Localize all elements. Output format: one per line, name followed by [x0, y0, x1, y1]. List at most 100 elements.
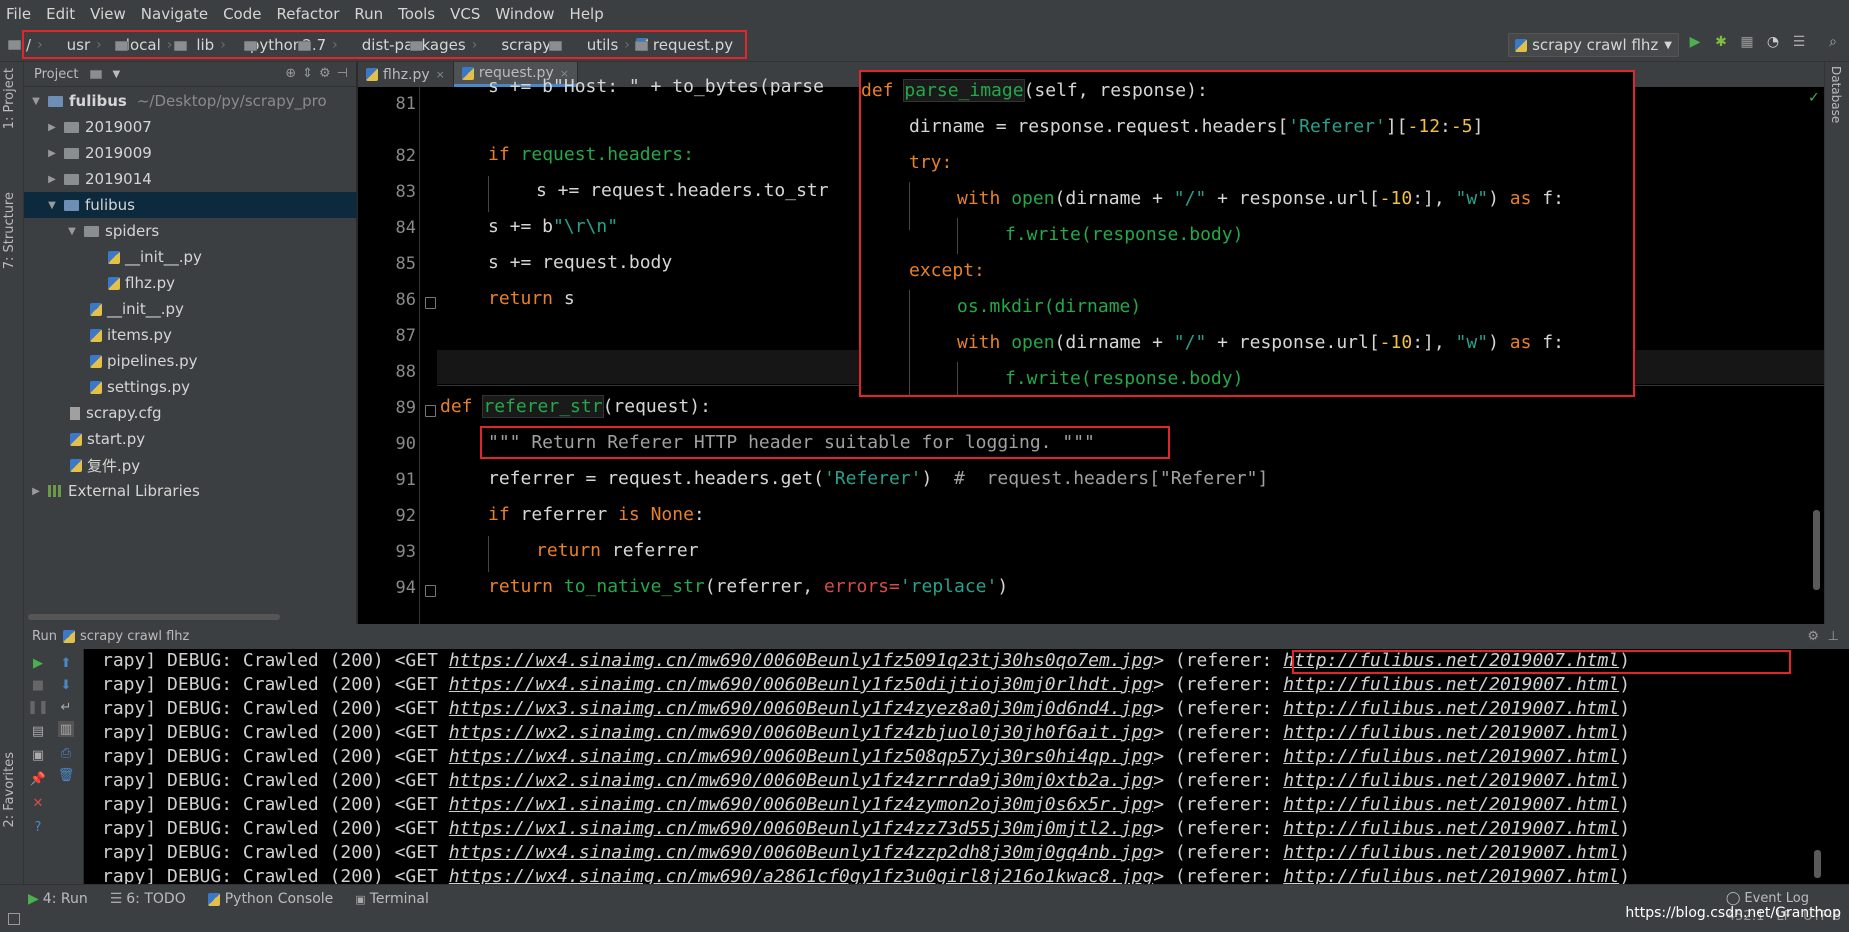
tree-folder-fulibus[interactable]: ▼ fulibus [24, 192, 357, 218]
layout-icon[interactable]: ▤ [30, 723, 46, 739]
menu-navigate[interactable]: Navigate [141, 5, 216, 23]
menu-help[interactable]: Help [570, 5, 612, 23]
soft-wrap-icon[interactable]: ↵ [58, 699, 74, 715]
breadcrumb-scrapy[interactable]: scrapy› [483, 36, 562, 54]
pause-icon[interactable]: ❚❚ [27, 699, 49, 715]
tree-file-items[interactable]: items.py [24, 322, 357, 348]
tree-folder-2019009[interactable]: ▶ 2019009 [24, 140, 357, 166]
log-url-link[interactable]: https://wx2.sinaimg.cn/mw690/0060Beunly1… [449, 770, 1153, 791]
menu-edit[interactable]: Edit [46, 5, 83, 23]
breadcrumb-root[interactable]: / › [26, 36, 43, 54]
print-icon[interactable]: ⎙ [58, 745, 74, 761]
layout-toggle-icon[interactable] [8, 913, 20, 925]
gear-icon[interactable]: ⚙ [319, 66, 331, 81]
tab-database[interactable]: Database [1829, 66, 1843, 123]
tab-terminal[interactable]: ▣ Terminal [355, 891, 429, 907]
tree-folder-2019014[interactable]: ▶ 2019014 [24, 166, 357, 192]
log-referer-link[interactable]: http://fulibus.net/2019007.html [1283, 722, 1619, 743]
coverage-icon[interactable]: ▦ [1739, 34, 1755, 50]
log-referer-link[interactable]: http://fulibus.net/2019007.html [1283, 746, 1619, 767]
project-panel-header[interactable]: Project ▼ ⊕ ⇕ ⚙ ⊣ [24, 62, 356, 87]
rerun-icon[interactable]: ▶ [30, 655, 46, 671]
log-url-link[interactable]: https://wx3.sinaimg.cn/mw690/0060Beunly1… [449, 698, 1153, 719]
down-arrow-icon[interactable]: ⬇ [58, 677, 74, 693]
close-icon[interactable]: × [436, 68, 445, 81]
tab-flhz-py[interactable]: flhz.py × [358, 62, 454, 87]
tree-folder-spiders[interactable]: ▼ spiders [24, 218, 357, 244]
tree-file-spiders-init[interactable]: __init__.py [24, 244, 357, 270]
line-number: 83 [395, 182, 416, 202]
editor-scrollbar[interactable] [1813, 510, 1820, 590]
log-url-link[interactable]: https://wx1.sinaimg.cn/mw690/0060Beunly1… [449, 794, 1153, 815]
log-url-link[interactable]: https://wx4.sinaimg.cn/mw690/0060Beunly1… [449, 746, 1153, 767]
project-scrollbar[interactable] [28, 614, 280, 620]
tree-file-init[interactable]: __init__.py [24, 296, 357, 322]
menu-tools[interactable]: Tools [398, 5, 443, 23]
search-icon[interactable]: ⌕ [1825, 34, 1841, 50]
tree-file-copy[interactable]: 复件.py [24, 452, 357, 478]
settings-icon[interactable]: ▣ [30, 747, 46, 763]
run-scrollbar[interactable] [1814, 850, 1821, 878]
log-url-link[interactable]: https://wx4.sinaimg.cn/mw690/0060Beunly1… [449, 674, 1153, 695]
breadcrumb-usr[interactable]: usr › [49, 36, 128, 54]
tree-folder-2019007[interactable]: ▶ 2019007 [24, 114, 357, 140]
log-url-link[interactable]: https://wx4.sinaimg.cn/mw690/a2861cf0gy1… [449, 866, 1153, 884]
log-referer-link[interactable]: http://fulibus.net/2019007.html [1283, 770, 1619, 791]
tab-python-console[interactable]: Python Console [207, 891, 333, 907]
log-referer-link[interactable]: http://fulibus.net/2019007.html [1283, 674, 1619, 695]
tree-file-flhz[interactable]: flhz.py [24, 270, 357, 296]
log-url-link[interactable]: https://wx4.sinaimg.cn/mw690/0060Beunly1… [449, 842, 1153, 863]
log-referer-link[interactable]: http://fulibus.net/2019007.html [1283, 794, 1619, 815]
scroll-to-end-icon[interactable]: ▥ [58, 721, 74, 737]
log-url-link[interactable]: https://wx2.sinaimg.cn/mw690/0060Beunly1… [449, 722, 1153, 743]
log-referer-link[interactable]: http://fulibus.net/2019007.html [1283, 818, 1619, 839]
stop-icon[interactable]: ■ [30, 677, 46, 693]
fold-marker-icon[interactable] [425, 585, 436, 597]
pin-icon[interactable]: 📌 [30, 771, 46, 787]
close-icon[interactable]: ✕ [30, 795, 46, 811]
fold-marker-icon[interactable] [425, 405, 436, 417]
run-config-tab[interactable]: scrapy crawl flhz [80, 629, 189, 644]
menu-run[interactable]: Run [354, 5, 391, 23]
tree-file-start[interactable]: start.py [24, 426, 357, 452]
tab-structure[interactable]: 7: Structure [2, 192, 17, 269]
tree-external-libraries[interactable]: ▶ External Libraries [24, 478, 357, 504]
log-referer-link[interactable]: http://fulibus.net/2019007.html [1283, 698, 1619, 719]
breadcrumb-dist-packages[interactable]: dist-packages› [344, 36, 478, 54]
log-url-link[interactable]: https://wx1.sinaimg.cn/mw690/0060Beunly1… [449, 818, 1153, 839]
menu-window[interactable]: Window [495, 5, 562, 23]
menu-view[interactable]: View [90, 5, 134, 23]
log-url-link[interactable]: https://wx4.sinaimg.cn/mw690/0060Beunly1… [449, 650, 1153, 671]
collapse-icon[interactable]: ⇕ [302, 66, 313, 81]
profile-icon[interactable]: ◔ [1765, 34, 1781, 50]
debug-icon[interactable]: ✱ [1713, 34, 1729, 50]
log-referer-link[interactable]: http://fulibus.net/2019007.html [1283, 866, 1619, 884]
menu-vcs[interactable]: VCS [450, 5, 488, 23]
tab-project[interactable]: 1: Project [2, 68, 17, 129]
scope-icon[interactable]: ⊕ [285, 66, 296, 81]
hide-icon[interactable]: ⊣ [337, 66, 348, 81]
up-arrow-icon[interactable]: ⬆ [58, 655, 74, 671]
run-configuration-select[interactable]: scrapy crawl flhz ▼ [1508, 33, 1679, 57]
tree-root-fulibus[interactable]: ▼ fulibus ~/Desktop/py/scrapy_pro [24, 88, 357, 114]
menu-refactor[interactable]: Refactor [276, 5, 347, 23]
breadcrumb-request-py[interactable]: request.py [635, 36, 733, 54]
tab-todo[interactable]: ☰ 6: TODO [110, 891, 186, 907]
run-icon[interactable]: ▶ [1687, 34, 1703, 50]
tree-file-settings[interactable]: settings.py [24, 374, 357, 400]
tab-favorites[interactable]: 2: Favorites [2, 752, 17, 828]
breadcrumb-utils[interactable]: utils › [569, 36, 648, 54]
menu-file[interactable]: File [6, 5, 39, 23]
trash-icon[interactable]: 🗑 [58, 767, 75, 783]
help-icon[interactable]: ? [30, 819, 46, 835]
tree-file-pipelines[interactable]: pipelines.py [24, 348, 357, 374]
log-referer-link[interactable]: http://fulibus.net/2019007.html [1283, 842, 1619, 863]
tree-file-scrapy-cfg[interactable]: scrapy.cfg [24, 400, 357, 426]
gear-icon[interactable]: ⚙ [1807, 629, 1819, 644]
fold-marker-icon[interactable] [425, 297, 436, 309]
stop-list-icon[interactable]: ☰ [1791, 34, 1807, 50]
event-log-button[interactable]: ◯ Event Log [1726, 891, 1809, 906]
tab-run[interactable]: ▶ 4: Run [28, 891, 88, 907]
hide-icon[interactable]: ⊥ [1828, 629, 1839, 644]
menu-code[interactable]: Code [223, 5, 269, 23]
